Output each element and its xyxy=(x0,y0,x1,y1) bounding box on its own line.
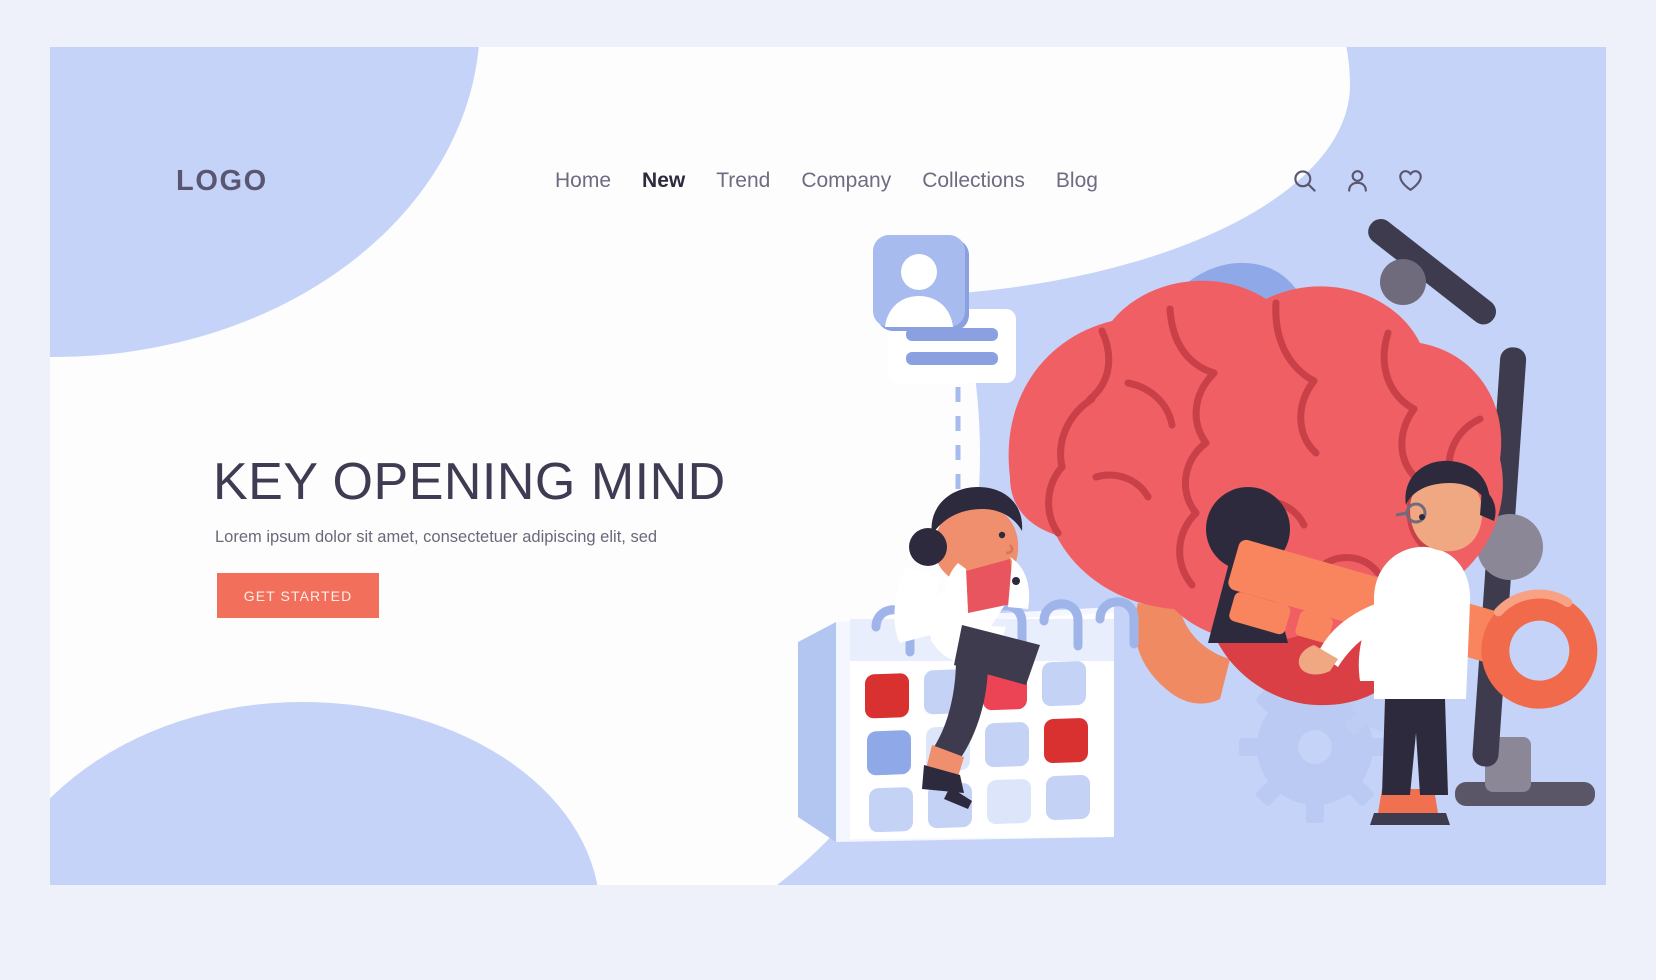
nav-item-home[interactable]: Home xyxy=(555,169,611,193)
hero-subtitle: Lorem ipsum dolor sit amet, consectetuer… xyxy=(215,528,658,546)
nav-item-company[interactable]: Company xyxy=(801,169,891,193)
heart-icon[interactable] xyxy=(1397,167,1424,194)
page-title: KEY OPENING MIND xyxy=(213,453,726,511)
nav-item-new[interactable]: New xyxy=(642,169,685,193)
nav-item-trend[interactable]: Trend xyxy=(716,169,770,193)
hero-card: LOGO Home New Trend Company Collections … xyxy=(50,47,1606,885)
nav-item-collections[interactable]: Collections xyxy=(922,169,1025,193)
user-icon[interactable] xyxy=(1344,167,1371,194)
get-started-button[interactable]: GET STARTED xyxy=(217,573,379,618)
main-navigation: Home New Trend Company Collections Blog xyxy=(555,169,1098,193)
nav-item-blog[interactable]: Blog xyxy=(1056,169,1098,193)
landing-page: LOGO Home New Trend Company Collections … xyxy=(0,0,1656,980)
logo[interactable]: LOGO xyxy=(176,165,268,198)
search-icon[interactable] xyxy=(1291,167,1318,194)
header-icon-group xyxy=(1291,167,1424,194)
